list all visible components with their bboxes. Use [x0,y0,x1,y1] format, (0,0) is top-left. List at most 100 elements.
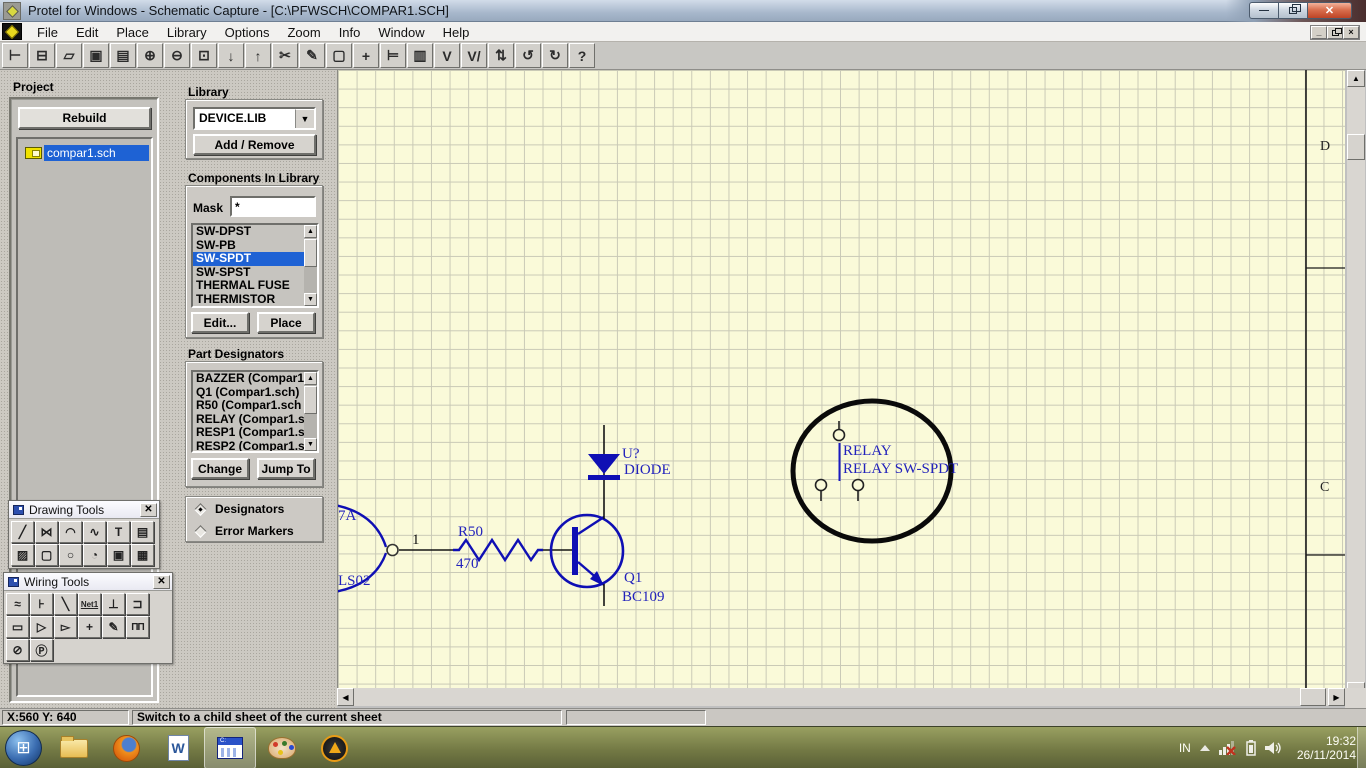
menu-item[interactable]: Help [434,22,479,42]
zoom-area-button[interactable]: ⊡ [191,43,217,68]
help-button[interactable]: ? [569,43,595,68]
tool-text[interactable]: T [107,521,130,543]
tool-stimulus[interactable]: ΠΠ [126,616,149,638]
taskbar-paint-button[interactable] [256,727,308,768]
designator-list-item[interactable]: R50 (Compar1.sch [193,399,304,413]
schematic-canvas[interactable]: D C 7A LS02 1 R50 470 Q1 BC109 U? DIODE … [337,70,1345,688]
place-component-button[interactable]: Place [257,312,315,333]
designator-list[interactable]: BAZZER (Compar1 Q1 (Compar1.sch) R50 (Comp… [191,370,319,453]
scroll-up-icon[interactable]: ▲ [304,225,317,238]
rebuild-button[interactable]: Rebuild [18,107,151,129]
show-desktop-button[interactable] [1357,727,1366,768]
mdi-close-button[interactable]: × [1343,26,1359,39]
tool-no-erc[interactable]: ⊘ [6,639,29,661]
clock[interactable]: 19:32 26/11/2014 [1297,734,1356,762]
change-button[interactable]: Change [191,458,249,479]
save-button[interactable]: ▣ [83,43,109,68]
taskbar-avg-button[interactable] [308,727,360,768]
relay-component[interactable]: RELAY RELAY SW-SPDT [790,398,958,544]
mask-input[interactable] [230,196,316,217]
select-area-button[interactable]: ▢ [326,43,352,68]
taskbar-firefox-button[interactable] [100,727,152,768]
tool-line[interactable]: ╱ [11,521,34,543]
cut-button[interactable]: ✂ [272,43,298,68]
tool-text-frame[interactable]: ▤ [131,521,154,543]
scroll-down-icon[interactable]: ▼ [304,438,317,451]
zoom-in-button[interactable]: ⊕ [137,43,163,68]
tool-bezier[interactable]: ∿ [83,521,106,543]
menu-item[interactable]: File [28,22,67,42]
component-list-item[interactable]: THERMISTOR [193,293,304,307]
close-button[interactable]: ✕ [1308,2,1352,19]
tool-pie[interactable]: ◔ [83,544,106,566]
designator-list-item[interactable]: BAZZER (Compar1 [193,372,304,386]
mdi-minimize-button[interactable]: _ [1311,26,1327,39]
tool-power-port[interactable]: ⊥ [102,593,125,615]
wiring-tools-toggle[interactable]: V [434,43,460,68]
designator-list-item[interactable]: RESP1 (Compar1.s [193,426,304,440]
taskbar-protel-button[interactable] [204,727,256,768]
transistor-q1[interactable]: Q1 BC109 [549,425,665,606]
tool-arc[interactable]: ◠ [59,521,82,543]
scroll-right-icon[interactable]: ▶ [1328,688,1345,706]
scrollbar-thumb[interactable] [304,239,317,267]
designator-list-item[interactable]: RELAY (Compar1.s [193,413,304,427]
volume-icon[interactable] [1264,741,1282,755]
tool-paste-array[interactable]: ▦ [131,544,154,566]
language-indicator[interactable]: IN [1179,741,1191,755]
scroll-left-icon[interactable]: ◀ [337,688,354,706]
hidden-icons-icon[interactable] [1199,745,1210,751]
move-button[interactable]: + [353,43,379,68]
close-icon[interactable]: ✕ [153,574,170,589]
scrollbar-thumb[interactable] [1300,688,1326,706]
tool-sheet-symbol[interactable]: ▭ [6,616,29,638]
drawing-tools-titlebar[interactable]: Drawing Tools ✕ [9,501,159,519]
scrollbar-thumb[interactable] [304,386,317,414]
drawing-tools-toggle[interactable]: V/ [461,43,487,68]
tool-net-label[interactable]: Net1 [78,593,101,615]
component-list-scrollbar[interactable]: ▲ ▼ [304,225,317,306]
component-list[interactable]: SW-DPST SW-PB SW-SPDT SW-SPST THERMAL FUSE TH… [191,223,319,308]
wire-mode-button[interactable]: ⊨ [380,43,406,68]
scroll-down-icon[interactable]: ▼ [304,293,317,306]
edit-component-button[interactable]: Edit... [191,312,249,333]
menu-item[interactable]: Info [330,22,370,42]
project-file-compar1[interactable]: compar1.sch [18,145,151,161]
diamond-radio-icon[interactable] [194,502,207,516]
net-wire[interactable]: 1 [399,532,453,551]
sheet-symbols-button[interactable]: ⊟ [29,43,55,68]
tool-sheet-entry[interactable]: ▷ [30,616,53,638]
designator-list-scrollbar[interactable]: ▲ ▼ [304,372,317,451]
menu-item[interactable]: Window [369,22,433,42]
part-browser-button[interactable]: ▥ [407,43,433,68]
tool-probe[interactable]: ✎ [102,616,125,638]
print-button[interactable]: ▤ [110,43,136,68]
nor-gate[interactable]: 7A LS02 [338,504,399,593]
menu-item[interactable]: Zoom [278,22,329,42]
component-list-item[interactable]: SW-PB [193,239,304,253]
scrollbar-thumb[interactable] [1347,134,1365,160]
wiring-tools-titlebar[interactable]: Wiring Tools ✕ [4,573,172,591]
draw-button[interactable]: ✎ [299,43,325,68]
scroll-up-icon[interactable]: ▲ [304,372,317,385]
battery-icon[interactable] [1246,740,1256,756]
tool-polygon[interactable]: ⋈ [35,521,58,543]
option-error-markers[interactable]: Error Markers [194,521,322,541]
canvas-horizontal-scrollbar[interactable]: ◀ ▶ [337,688,1345,706]
menu-item[interactable]: Options [216,22,279,42]
component-list-item[interactable]: SW-SPST [193,266,304,280]
dropdown-arrow-icon[interactable]: ▼ [295,109,314,128]
close-icon[interactable]: ✕ [140,502,157,517]
diode-u[interactable]: U? DIODE [588,446,671,480]
tool-rectangle[interactable]: ▨ [11,544,34,566]
library-dropdown[interactable]: DEVICE.LIB ▼ [193,107,316,130]
add-remove-button[interactable]: Add / Remove [193,134,316,155]
component-list-item[interactable]: SW-DPST [193,225,304,239]
tool-wire[interactable]: ≈ [6,593,29,615]
tool-junction[interactable]: + [78,616,101,638]
network-icon[interactable] [1218,741,1237,755]
jump-to-button[interactable]: Jump To [257,458,315,479]
component-list-item[interactable]: SW-SPDT [193,252,304,266]
minimize-button[interactable]: — [1249,2,1279,19]
tool-bus-entry[interactable]: ╲ [54,593,77,615]
